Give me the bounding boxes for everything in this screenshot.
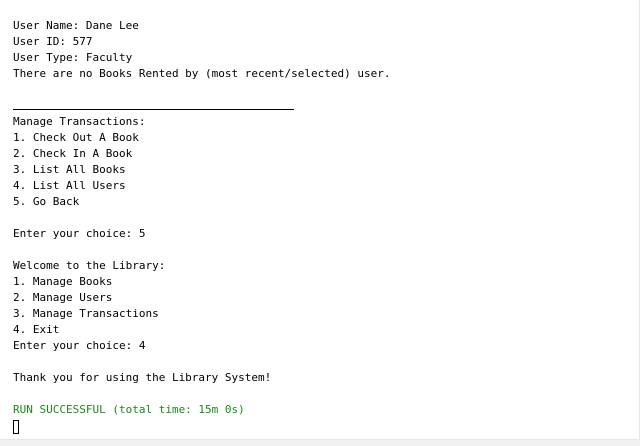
thank-you-line: Thank you for using the Library System! [13,371,272,384]
user-name-line: User Name: Dane Lee [13,19,139,32]
user-id-line: User ID: 577 [13,35,93,48]
main-menu-item: 4. Exit [13,323,60,336]
run-status-line: RUN SUCCESSFUL (total time: 15m 0s) [13,403,245,416]
console-text-area[interactable]: User Name: Dane Lee User ID: 577 User Ty… [13,18,391,434]
transactions-menu-item: 4. List All Users [13,179,126,192]
input-cursor[interactable] [13,420,19,434]
choice-prompt-line: Enter your choice: 4 [13,339,146,352]
choice-prompt-line: Enter your choice: 5 [13,227,146,240]
transactions-menu-item: 5. Go Back [13,195,80,208]
output-console[interactable]: User Name: Dane Lee User ID: 577 User Ty… [0,0,640,440]
user-type-line: User Type: Faculty [13,51,133,64]
transactions-menu-item: 1. Check Out A Book [13,131,139,144]
main-menu-item: 3. Manage Transactions [13,307,159,320]
welcome-line: Welcome to the Library: [13,259,166,272]
main-menu-item: 2. Manage Users [13,291,113,304]
transactions-menu-item: 3. List All Books [13,163,126,176]
manage-transactions-header: Manage Transactions: [13,115,146,128]
separator-line [13,98,391,114]
transactions-menu-item: 2. Check In A Book [13,147,133,160]
main-menu-item: 1. Manage Books [13,275,113,288]
separator-rule [13,109,294,110]
no-books-line: There are no Books Rented by (most recen… [13,67,391,80]
window-bottom-edge [0,440,640,446]
